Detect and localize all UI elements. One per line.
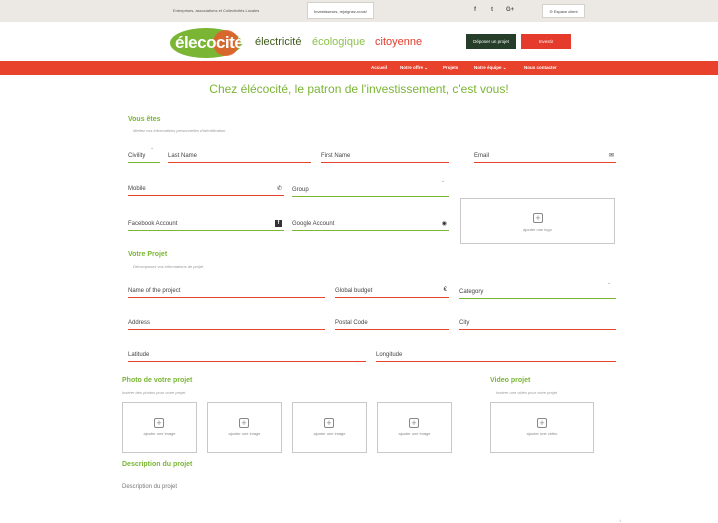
facebook-icon: f xyxy=(275,220,282,227)
add-image-icon: + xyxy=(154,418,164,428)
photo-upload-label: ajouter une image xyxy=(398,431,431,436)
section-photos-title: Photo de votre projet xyxy=(122,377,193,384)
section-projet-title: Votre Projet xyxy=(128,251,168,258)
email-field[interactable]: Email ✉ xyxy=(474,151,616,163)
video-upload-box[interactable]: + ajouter une vidéo xyxy=(490,402,594,453)
google-account-label: Google Account xyxy=(292,221,335,227)
first-name-field[interactable]: First Name xyxy=(321,151,449,163)
google-account-field[interactable]: Google Account ◉ xyxy=(292,219,449,231)
section-photos-subtitle: Insérer des photos pour votre projet xyxy=(122,390,186,395)
category-chevron-icon[interactable]: ⌄ xyxy=(607,280,611,286)
photo-upload-label: ajouter une image xyxy=(228,431,261,436)
mobile-field[interactable]: Mobile ✆ xyxy=(128,184,284,196)
client-area-label: Espace client xyxy=(553,9,578,14)
invest-button[interactable]: Investir xyxy=(521,34,571,49)
group-select[interactable]: Group xyxy=(292,185,449,197)
photo-upload-box-2[interactable]: + ajouter une image xyxy=(207,402,282,453)
mobile-label: Mobile xyxy=(128,186,146,192)
add-image-icon: + xyxy=(324,418,334,428)
latitude-field[interactable]: Latitude xyxy=(128,350,366,362)
add-image-icon: + xyxy=(239,418,249,428)
section-vous-etes-title: Vous êtes xyxy=(128,116,161,123)
global-budget-field[interactable]: Global budget € xyxy=(335,286,449,298)
add-image-icon: + xyxy=(409,418,419,428)
euro-icon: € xyxy=(443,287,447,293)
section-video-title: Video projet xyxy=(490,377,531,384)
main-nav: Accueil Notre offre ⌄ Projets Notre équi… xyxy=(0,61,718,75)
logo-upload-box[interactable]: + ajouter une logo xyxy=(460,198,615,244)
investor-button[interactable]: Investisseurs, rejoignez-nous! xyxy=(307,2,374,19)
civility-select[interactable]: Civility xyxy=(128,151,160,163)
client-area-button[interactable]: ⊖ Espace client xyxy=(542,4,585,18)
page-headline: Chez élécocité, le patron de l'investiss… xyxy=(209,82,509,96)
nav-notre-equipe[interactable]: Notre équipe ⌄ xyxy=(474,65,507,71)
section-vous-etes-subtitle: Mettez vos informations personnelles d'i… xyxy=(133,128,226,133)
tagline-electricite: électricité xyxy=(255,36,302,48)
photo-upload-label: ajouter une image xyxy=(313,431,346,436)
tagline-ecologique: écologique xyxy=(312,36,366,48)
postal-code-field[interactable]: Postal Code xyxy=(335,318,449,330)
video-upload-label: ajouter une vidéo xyxy=(526,431,558,436)
envelope-icon: ✉ xyxy=(608,153,614,159)
longitude-field[interactable]: Longitude xyxy=(376,350,616,362)
add-logo-icon: + xyxy=(533,213,543,223)
top-bar: Entreprises, associations et Collectivit… xyxy=(0,0,718,22)
group-chevron-icon[interactable]: ⌄ xyxy=(441,178,445,184)
facebook-icon[interactable]: f xyxy=(474,7,476,13)
tagline-citoyenne: citoyenne xyxy=(375,36,423,48)
global-budget-label: Global budget xyxy=(335,288,373,294)
resize-handle-icon[interactable]: ⌟ xyxy=(619,517,621,523)
logo-text[interactable]: élecocité xyxy=(175,33,244,53)
facebook-account-field[interactable]: Facebook Account f xyxy=(128,219,284,231)
email-label: Email xyxy=(474,153,490,159)
add-video-icon: + xyxy=(537,418,547,428)
project-name-field[interactable]: Name of the project xyxy=(128,286,325,298)
deposit-project-button[interactable]: Déposer un projet xyxy=(466,34,516,49)
last-name-field[interactable]: Last Name xyxy=(168,151,311,163)
twitter-icon[interactable]: t xyxy=(491,7,493,13)
nav-contact[interactable]: Nous contacter xyxy=(524,65,557,70)
description-textarea[interactable]: Description du projet xyxy=(122,484,177,490)
city-field[interactable]: City xyxy=(459,318,616,330)
facebook-account-label: Facebook Account xyxy=(128,221,178,227)
photo-upload-box-4[interactable]: + ajouter une image xyxy=(377,402,452,453)
category-select[interactable]: Category xyxy=(459,287,616,299)
section-description-title: Description du projet xyxy=(122,461,193,468)
google-icon: ◉ xyxy=(441,221,447,227)
section-projet-subtitle: Décomposez vos informations de projet xyxy=(133,264,204,269)
nav-projets[interactable]: Projets xyxy=(443,65,458,70)
nav-notre-offre[interactable]: Notre offre ⌄ xyxy=(400,65,428,71)
audience-text: Entreprises, associations et Collectivit… xyxy=(173,8,260,13)
photo-upload-label: ajouter une image xyxy=(143,431,176,436)
logo-upload-label: ajouter une logo xyxy=(523,227,552,232)
section-video-subtitle: Insérer une vidéo pour votre projet xyxy=(496,390,558,395)
address-field[interactable]: Address xyxy=(128,318,325,330)
google-plus-icon[interactable]: G+ xyxy=(506,7,514,13)
nav-accueil[interactable]: Accueil xyxy=(371,65,387,70)
photo-upload-box-1[interactable]: + ajouter une image xyxy=(122,402,197,453)
photo-upload-box-3[interactable]: + ajouter une image xyxy=(292,402,367,453)
phone-icon: ✆ xyxy=(276,186,282,192)
